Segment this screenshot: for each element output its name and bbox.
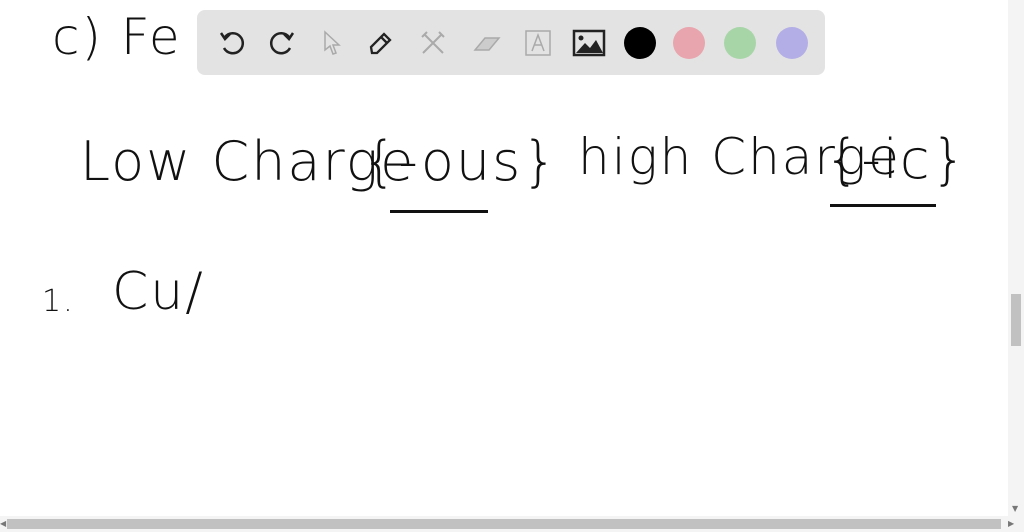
- pen-tool-button[interactable]: [364, 26, 398, 60]
- scroll-right-arrow-icon[interactable]: ▶: [1008, 519, 1014, 528]
- undo-button[interactable]: [215, 26, 249, 60]
- image-icon: [572, 29, 606, 57]
- redo-button[interactable]: [265, 26, 299, 60]
- handwriting-ic-suffix: {-ic}: [825, 128, 968, 191]
- pen-icon: [369, 32, 392, 55]
- handwriting-item-text: Cu/: [112, 262, 205, 322]
- scroll-down-arrow-icon[interactable]: ▼: [1012, 504, 1018, 513]
- vertical-scrollbar-thumb[interactable]: [1011, 294, 1021, 346]
- drawing-toolbar: [197, 10, 825, 75]
- handwriting-line-c: c) Fe: [52, 8, 182, 66]
- color-swatch-pink[interactable]: [673, 27, 705, 59]
- text-tool-button[interactable]: [521, 26, 555, 60]
- select-icon: [324, 30, 341, 55]
- redo-icon: [269, 32, 295, 55]
- image-tool-button[interactable]: [572, 26, 606, 60]
- undo-icon: [219, 32, 245, 55]
- underline-ous: [390, 210, 488, 213]
- select-tool-button[interactable]: [315, 26, 349, 60]
- eraser-tool-button[interactable]: [470, 26, 504, 60]
- scroll-left-arrow-icon[interactable]: ◀: [0, 519, 6, 528]
- eraser-icon: [473, 37, 501, 51]
- horizontal-scrollbar-thumb[interactable]: [7, 519, 1001, 529]
- tools-button[interactable]: [416, 26, 450, 60]
- vertical-scrollbar[interactable]: ▼: [1008, 0, 1024, 516]
- text-icon: [525, 30, 551, 56]
- color-swatch-purple[interactable]: [776, 27, 808, 59]
- handwriting-ous-suffix: {-ous}: [362, 130, 559, 193]
- horizontal-scrollbar[interactable]: ◀ ▶: [0, 516, 1024, 532]
- whiteboard-canvas[interactable]: c) Fe Low Charge {-ous} high Charge {-ic…: [0, 0, 1008, 516]
- tools-icon: [421, 31, 445, 54]
- color-swatch-black[interactable]: [624, 27, 656, 59]
- color-swatch-green[interactable]: [724, 27, 756, 59]
- handwriting-item-number: 1.: [42, 284, 75, 319]
- underline-ic: [830, 204, 936, 207]
